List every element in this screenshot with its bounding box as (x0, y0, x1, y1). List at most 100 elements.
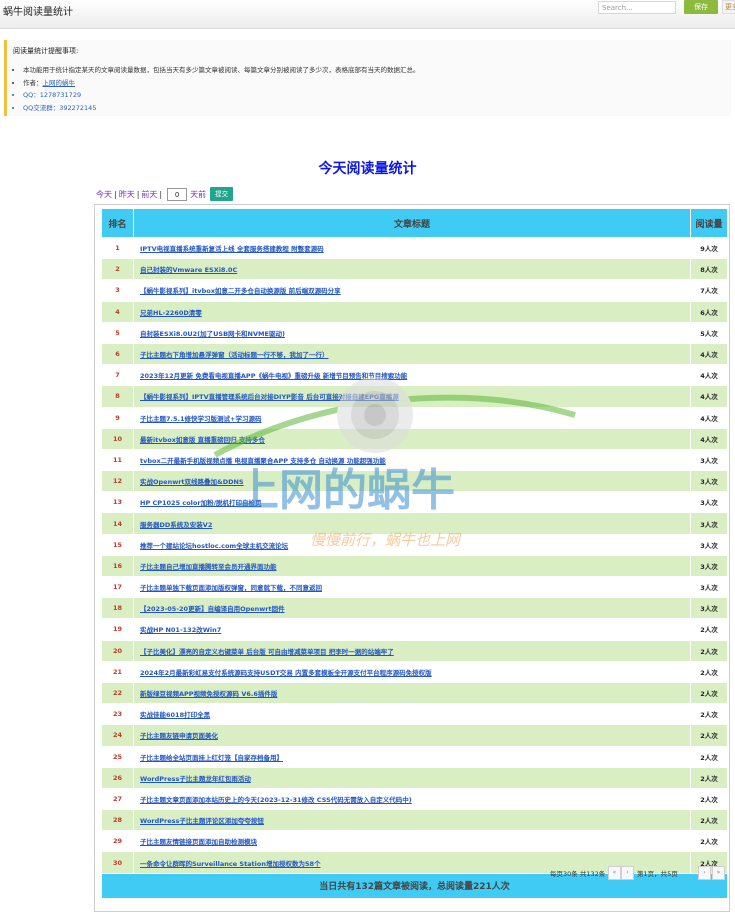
count-cell: 2人次 (690, 703, 728, 726)
table-row: 15 推荐一个建站论坛hostloc.com全球主机交流论坛 3人次 (101, 533, 728, 556)
table-row: 23 实战佳能6018打印全黑 2人次 (101, 703, 728, 726)
title-cell: 【子比美化】漂亮的自定义右键菜单 后台版 可自由增减菜单项目 把李时一据的站端牢… (133, 639, 691, 662)
rank-cell: 28 (101, 809, 134, 832)
page-title: 今天阅读量统计 (318, 161, 417, 177)
rank-cell: 26 (101, 766, 134, 789)
article-link[interactable]: tvbox二开最新手机版视频点播 电视直播聚合APP 支持多仓 自动换源 功能超… (140, 457, 386, 465)
submit-button[interactable]: 提交 (210, 187, 234, 201)
filter-yesterday-link[interactable]: 昨天 (119, 189, 135, 200)
count-cell: 2人次 (690, 639, 728, 662)
article-link[interactable]: 实战Openwrt双线路叠加&DDNS (140, 478, 244, 486)
last-page-button[interactable]: » (712, 866, 725, 880)
count-cell: 4人次 (690, 385, 728, 408)
article-link[interactable]: WordPress子比主题评论区添加夸夸按钮 (140, 817, 264, 825)
rank-cell: 6 (101, 342, 134, 366)
title-cell: tvbox二开最新手机版视频点播 电视直播聚合APP 支持多仓 自动换源 功能超… (133, 448, 691, 472)
article-link[interactable]: 新版绿豆视频APP视频免授权源码 V6.6插件版 (140, 690, 277, 698)
article-link[interactable]: 2023年12月更新 免费看电视直播APP《蜗牛电视》重磅升级 新增节目预告和节… (140, 372, 407, 380)
table-row: 13 HP CP1025 color加粉/脱机打印自检页 3人次 (101, 491, 728, 514)
table-row: 3 【蜗牛影视系列】itvbox如意二开多仓自动换源版 前后端双源码分享 7人次 (101, 279, 728, 302)
article-link[interactable]: WordPress子比主题龙年红包雨活动 (140, 775, 251, 783)
title-cell: 子比主题7.5.1修快学习版测试+学习源码 (133, 406, 691, 429)
article-link[interactable]: 【子比美化】漂亮的自定义右键菜单 后台版 可自由增减菜单项目 把李时一据的站端牢… (140, 648, 394, 656)
table-row: 8 【蜗牛影视系列】IPTV直播管理系统后台对接DIYP影音 后台可直接对接自建E… (101, 385, 728, 408)
article-link[interactable]: IPTV电视直播系统重新复活上线 全套服务搭建教程 附整套源码 (140, 245, 324, 253)
article-link[interactable]: 子比主题7.5.1修快学习版测试+学习源码 (140, 415, 261, 423)
article-link[interactable]: 推荐一个建站论坛hostloc.com全球主机交流论坛 (140, 542, 288, 550)
table-row: 17 子比主题单独下载页面添加版权弹窗，同意就下载，不同意返回 3人次 (101, 575, 728, 599)
count-cell: 2人次 (690, 809, 728, 832)
rank-cell: 15 (101, 533, 134, 556)
table-row: 12 实战Openwrt双线路叠加&DDNS 3人次 (101, 470, 728, 493)
table-row: 29 子比主题友情链接页面添加自助检测模块 2人次 (101, 830, 728, 853)
article-link[interactable]: 自封装ESXi8.0U2(加了USB网卡和NVME驱动) (140, 330, 285, 338)
filter-today-link[interactable]: 今天 (96, 189, 112, 200)
article-link[interactable]: 兄弟HL-2260D清零 (140, 309, 202, 317)
rank-cell: 19 (101, 618, 134, 641)
article-link[interactable]: HP CP1025 color加粉/脱机打印自检页 (140, 499, 261, 507)
article-link[interactable]: 子比主题自己增加直播腾转至会员开通界面功能 (140, 563, 277, 571)
table-row: 19 实战HP N01-132改Win7 2人次 (101, 618, 728, 641)
article-link[interactable]: 子比主题友链申请页面美化 (140, 732, 218, 740)
article-link[interactable]: 子比主题友情链接页面添加自助检测模块 (140, 838, 257, 846)
title-cell: 推荐一个建站论坛hostloc.com全球主机交流论坛 (133, 533, 691, 556)
table-row: 11 tvbox二开最新手机版视频点播 电视直播聚合APP 支持多仓 自动换源 功… (101, 448, 728, 472)
title-cell: 新版绿豆视频APP视频免授权源码 V6.6插件版 (133, 681, 691, 705)
article-link[interactable]: 【蜗牛影视系列】itvbox如意二开多仓自动换源版 前后端双源码分享 (140, 287, 341, 295)
pagination: 每页30条 共132条 « ‹ 第1页，共5页 › » (95, 866, 727, 880)
author-link[interactable]: 上网的蜗牛 (43, 79, 76, 87)
days-ago-input[interactable]: 0 (167, 187, 188, 201)
days-ago-label: 天前 (190, 189, 207, 199)
table-row: 21 2024年2月最新彩虹易支付系统源码支持USDT交易 内置多套模板全开源支付… (101, 660, 728, 683)
stats-table: 排名 文章标题 阅读量 1 IPTV电视直播系统重新复活上线 全套服务搭建教程 附… (101, 208, 728, 899)
count-cell: 3人次 (690, 470, 728, 493)
table-row: 10 最新itvbox如意版 直播重磅回归 支持多仓 4人次 (101, 427, 728, 450)
rank-cell: 8 (101, 385, 134, 408)
count-cell: 3人次 (690, 575, 728, 599)
table-row: 27 子比主题文章页面添加本站历史上的今天(2023-12-31修改 CSS代码无… (101, 787, 728, 811)
title-cell: 子比主题友情链接页面添加自助检测模块 (133, 830, 691, 853)
table-row: 25 子比主题给全站页面挂上红灯笼【自家存档备用】 2人次 (101, 745, 728, 768)
article-link[interactable]: 实战HP N01-132改Win7 (140, 626, 221, 634)
article-link[interactable]: 【2023-05-20更新】自编译自用Openwrt固件 (140, 605, 285, 613)
notice-item-group: QQ交流群：392272145 (23, 102, 731, 115)
count-cell: 2人次 (690, 787, 728, 811)
count-cell: 2人次 (690, 766, 728, 789)
article-link[interactable]: 子比主题文章页面添加本站历史上的今天(2023-12-31修改 CSS代码无需放… (140, 796, 412, 804)
title-cell: WordPress子比主题龙年红包雨活动 (133, 766, 691, 789)
filter-day-before-link[interactable]: 前天 (141, 189, 157, 200)
count-cell: 2人次 (690, 745, 728, 768)
group-value: 392272145 (59, 103, 97, 112)
more-button[interactable]: 更多 (722, 0, 735, 14)
article-link[interactable]: 自己封装的Vmware ESXi8.0C (140, 266, 237, 274)
article-link[interactable]: 最新itvbox如意版 直播重磅回归 支持多仓 (140, 436, 265, 444)
first-page-button[interactable]: « (608, 866, 621, 880)
rank-cell: 4 (101, 300, 134, 323)
article-link[interactable]: 实战佳能6018打印全黑 (140, 711, 210, 719)
count-cell: 2人次 (690, 681, 728, 705)
rank-cell: 24 (101, 724, 134, 747)
save-button[interactable]: 保存 (684, 0, 718, 14)
table-row: 4 兄弟HL-2260D清零 6人次 (101, 300, 728, 323)
rank-cell: 10 (101, 427, 134, 450)
search-input[interactable]: Search... (598, 1, 676, 14)
rank-cell: 7 (101, 364, 134, 387)
title-cell: 自封装ESXi8.0U2(加了USB网卡和NVME驱动) (133, 321, 691, 344)
next-page-button[interactable]: › (698, 866, 711, 880)
rank-cell: 1 (101, 236, 134, 260)
prev-page-button[interactable]: ‹ (621, 866, 634, 880)
table-row: 5 自封装ESXi8.0U2(加了USB网卡和NVME驱动) 5人次 (101, 321, 728, 344)
table-row: 18 【2023-05-20更新】自编译自用Openwrt固件 3人次 (101, 597, 728, 620)
article-link[interactable]: 服务器DD系统及安装V2 (140, 521, 212, 529)
article-link[interactable]: 子比主题给全站页面挂上红灯笼【自家存档备用】 (140, 754, 283, 762)
article-link[interactable]: 子比主题单独下载页面添加版权弹窗，同意就下载，不同意返回 (140, 584, 322, 592)
title-cell: 2023年12月更新 免费看电视直播APP《蜗牛电视》重磅升级 新增节目预告和节… (133, 364, 691, 387)
article-link[interactable]: 2024年2月最新彩虹易支付系统源码支持USDT交易 内置多套模板全开源支付平台… (140, 669, 432, 677)
title-cell: 子比主题自己增加直播腾转至会员开通界面功能 (133, 554, 691, 578)
table-row: 7 2023年12月更新 免费看电视直播APP《蜗牛电视》重磅升级 新增节目预告和… (101, 364, 728, 387)
article-link[interactable]: 子比主题右下角增加悬浮弹窗（活动标题一行不够，我加了一行） (140, 351, 329, 359)
article-link[interactable]: 【蜗牛影视系列】IPTV直播管理系统后台对接DIYP影音 后台可直接对接自建EP… (140, 393, 399, 401)
title-cell: 最新itvbox如意版 直播重磅回归 支持多仓 (133, 427, 691, 450)
count-cell: 3人次 (690, 533, 728, 556)
rank-cell: 9 (101, 406, 134, 429)
